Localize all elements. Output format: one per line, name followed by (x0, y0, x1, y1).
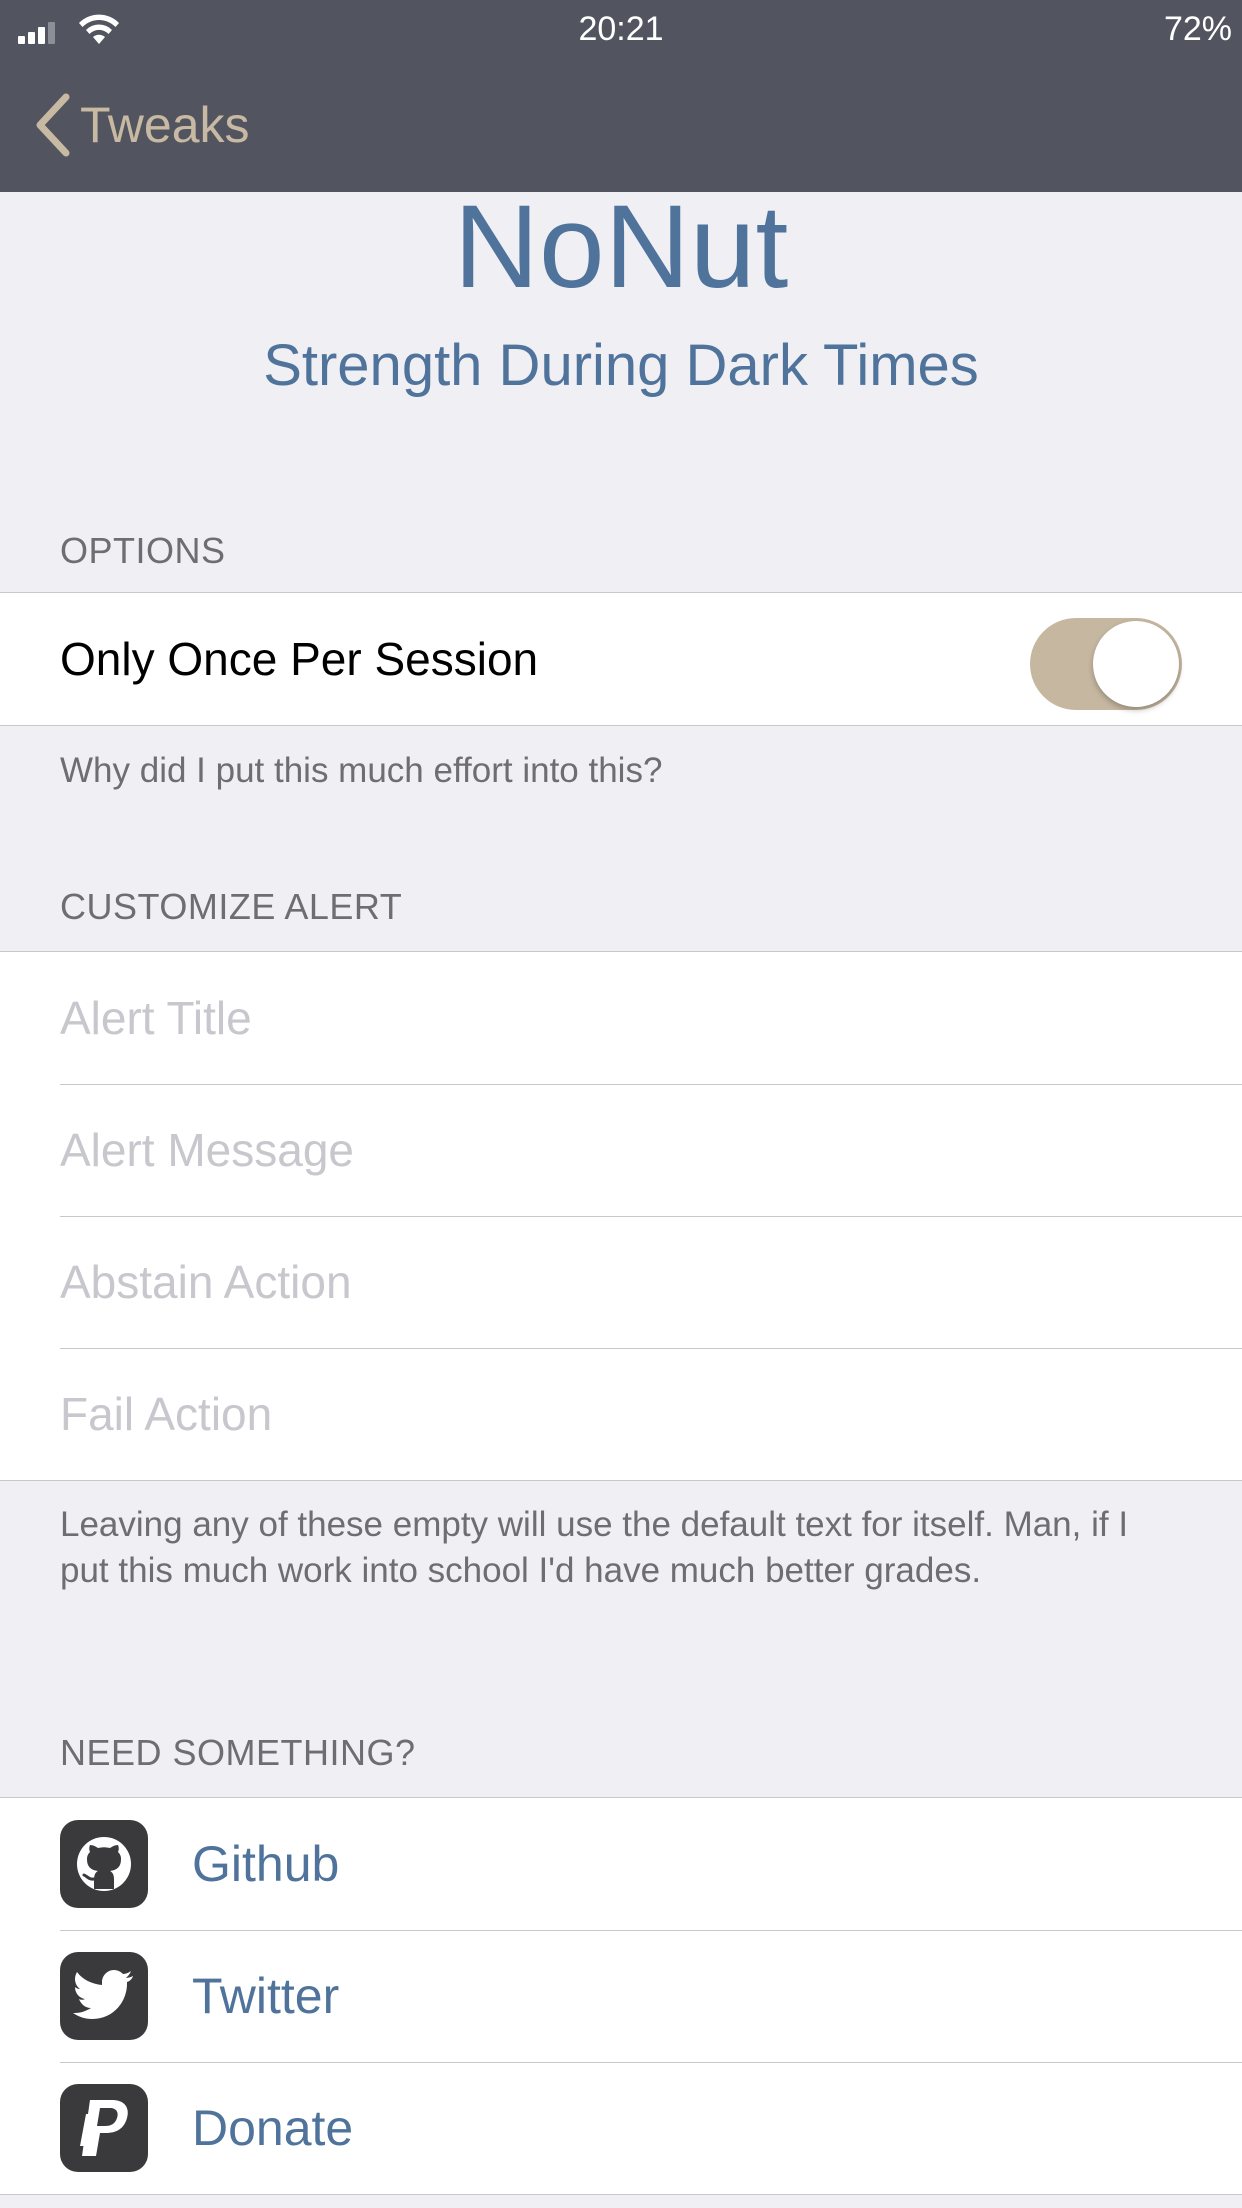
battery-percentage: 72% (1163, 10, 1232, 48)
github-link-row[interactable]: Github (0, 1798, 1242, 1930)
fail-action-input[interactable] (60, 1387, 1200, 1441)
options-section-header: OPTIONS (60, 530, 226, 571)
customize-alert-section-footer: Leaving any of these empty will use the … (60, 1505, 1129, 1590)
paypal-icon (60, 2084, 148, 2172)
fail-action-row (0, 1348, 1242, 1480)
alert-message-input[interactable] (60, 1123, 1200, 1177)
app-subtitle: Strength During Dark Times (263, 333, 979, 398)
need-something-section-header: NEED SOMETHING? (60, 1732, 416, 1773)
status-bar: 20:21 72% (0, 0, 1242, 60)
top-bar: 20:21 72% Tweaks (0, 0, 1242, 192)
options-section-footer: Why did I put this much effort into this… (60, 751, 663, 790)
app-title: NoNut (453, 181, 789, 313)
alert-title-input[interactable] (60, 991, 1200, 1045)
back-button[interactable]: Tweaks (34, 90, 250, 160)
alert-message-row (0, 1084, 1242, 1216)
twitter-link-row[interactable]: Twitter (0, 1930, 1242, 2062)
alert-title-row (0, 952, 1242, 1084)
chevron-left-icon (36, 93, 70, 157)
abstain-action-input[interactable] (60, 1255, 1200, 1309)
github-icon (60, 1820, 148, 1908)
options-group: Only Once Per Session (0, 592, 1242, 726)
back-button-label: Tweaks (80, 97, 250, 153)
links-group: Github Twitter Donate (0, 1797, 1242, 2195)
status-time: 20:21 (578, 10, 664, 48)
app-header: NoNut Strength During Dark Times (0, 181, 1242, 512)
only-once-per-session-label: Only Once Per Session (60, 633, 539, 685)
customize-alert-group (0, 951, 1242, 1481)
only-once-per-session-toggle[interactable] (1030, 618, 1182, 710)
twitter-icon (60, 1952, 148, 2040)
donate-label: Donate (192, 2100, 354, 2156)
customize-alert-section-header: CUSTOMIZE ALERT (60, 886, 403, 927)
navigation-bar: Tweaks (0, 60, 1242, 192)
github-label: Github (192, 1836, 340, 1892)
donate-link-row[interactable]: Donate (0, 2062, 1242, 2194)
twitter-label: Twitter (192, 1968, 340, 2024)
toggle-knob (1093, 621, 1179, 707)
abstain-action-row (0, 1216, 1242, 1348)
only-once-per-session-row: Only Once Per Session (0, 593, 1242, 725)
